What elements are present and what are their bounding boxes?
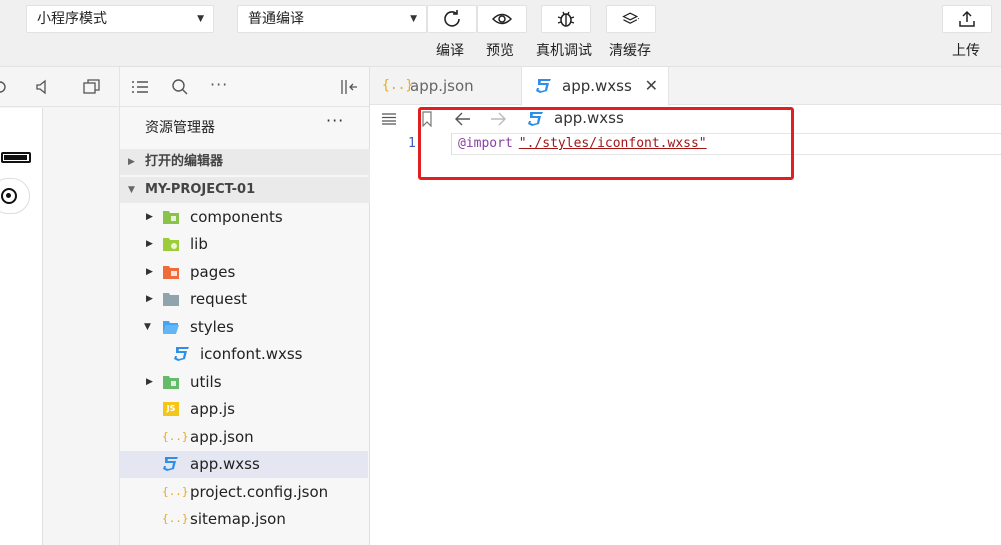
folder-icon bbox=[163, 293, 179, 306]
tree-item-label: iconfont.wxss bbox=[200, 345, 303, 363]
caret-down-icon: ▼ bbox=[410, 14, 417, 24]
json-file-icon: {..} bbox=[162, 430, 189, 443]
eye-icon bbox=[492, 13, 512, 25]
close-icon[interactable]: ✕ bbox=[645, 67, 658, 105]
mode-select[interactable]: 小程序模式 ▼ bbox=[26, 5, 214, 33]
js-file-icon: JS bbox=[163, 402, 179, 416]
refresh-icon bbox=[444, 10, 460, 27]
phone-preview[interactable] bbox=[0, 108, 43, 545]
caret-down-icon: ▼ bbox=[197, 14, 204, 24]
top-toolbar: 小程序模式 ▼ 普通编译 ▼ 编译 预览 真机调试 清缓存 上传 bbox=[0, 0, 1001, 67]
tree-item-lib[interactable]: ▶ lib bbox=[120, 231, 368, 258]
debug-label: 真机调试 bbox=[536, 43, 592, 59]
upload-icon bbox=[959, 10, 975, 27]
chevron-down-icon: ▼ bbox=[144, 322, 151, 332]
tab-app-wxss[interactable]: app.wxss ✕ bbox=[521, 67, 669, 106]
folder-icon bbox=[163, 266, 179, 279]
tab-label: app.json bbox=[410, 77, 474, 95]
wxss-file-icon bbox=[174, 347, 189, 361]
tree-item-label: project.config.json bbox=[190, 483, 329, 501]
debug-button[interactable] bbox=[541, 5, 591, 33]
volume-icon[interactable] bbox=[34, 79, 50, 95]
more-icon[interactable]: ··· bbox=[210, 75, 228, 94]
tree-item-app-json[interactable]: {..} app.json bbox=[120, 424, 368, 451]
folder-icon bbox=[163, 376, 179, 389]
open-editors-section[interactable]: ▶ 打开的编辑器 bbox=[120, 149, 370, 175]
chevron-down-icon: ▼ bbox=[128, 185, 135, 195]
preview-button[interactable] bbox=[477, 5, 527, 33]
explorer-toolbar: ··· bbox=[120, 67, 369, 107]
wxss-file-icon bbox=[163, 457, 178, 471]
tree-item-styles[interactable]: ▼ styles bbox=[120, 314, 368, 341]
tree-item-app-wxss[interactable]: app.wxss bbox=[120, 451, 368, 478]
chevron-right-icon: ▶ bbox=[146, 267, 153, 277]
tree-item-iconfont-wxss[interactable]: iconfont.wxss bbox=[120, 341, 368, 368]
search-icon[interactable] bbox=[171, 78, 189, 96]
explorer-title: 资源管理器 bbox=[145, 120, 215, 136]
tree-item-label: app.js bbox=[190, 400, 235, 418]
partial-icon bbox=[0, 81, 6, 93]
tree-item-label: lib bbox=[190, 235, 208, 253]
tree-item-components[interactable]: ▶ components bbox=[120, 204, 368, 231]
tree-item-label: utils bbox=[190, 373, 222, 391]
clear-cache-label: 清缓存 bbox=[609, 43, 651, 59]
outline-icon[interactable] bbox=[381, 113, 397, 125]
tree-item-label: components bbox=[190, 208, 283, 226]
tree-item-utils[interactable]: ▶ utils bbox=[120, 369, 368, 396]
upload-button[interactable] bbox=[942, 5, 992, 33]
json-file-icon: {..} bbox=[162, 512, 189, 525]
chevron-right-icon: ▶ bbox=[146, 377, 153, 387]
chevron-right-icon: ▶ bbox=[146, 239, 153, 249]
clear-cache-button[interactable] bbox=[606, 5, 656, 33]
explorer-more-button[interactable]: ··· bbox=[326, 111, 344, 130]
tree-item-label: request bbox=[190, 290, 248, 308]
tree-item-label: styles bbox=[190, 318, 234, 336]
tab-app-json[interactable]: {..} app.json bbox=[370, 67, 521, 105]
json-file-icon: {..} bbox=[162, 485, 189, 498]
tree-item-label: sitemap.json bbox=[190, 510, 286, 528]
chevron-right-icon: ▶ bbox=[146, 294, 153, 304]
project-section[interactable]: ▼ MY-PROJECT-01 bbox=[120, 177, 370, 203]
layers-icon bbox=[622, 12, 640, 24]
folder-icon bbox=[163, 238, 179, 251]
preview-label: 预览 bbox=[486, 43, 514, 59]
tree-item-pages[interactable]: ▶ pages bbox=[120, 259, 368, 286]
project-label: MY-PROJECT-01 bbox=[145, 182, 256, 197]
tree-item-label: app.json bbox=[190, 428, 254, 446]
battery-icon bbox=[1, 152, 31, 163]
file-explorer: ··· 资源管理器 ··· ▶ 打开的编辑器 ▼ MY-PROJECT-01 ▶… bbox=[120, 67, 370, 545]
simulator-panel bbox=[0, 67, 120, 545]
tree-item-project-config-json[interactable]: {..} project.config.json bbox=[120, 479, 368, 506]
collapse-panel-icon[interactable] bbox=[340, 79, 360, 95]
mode-select-value: 小程序模式 bbox=[37, 11, 107, 27]
compile-select[interactable]: 普通编译 ▼ bbox=[237, 5, 427, 33]
compile-select-value: 普通编译 bbox=[248, 11, 304, 27]
chevron-right-icon: ▶ bbox=[128, 157, 135, 167]
tree-item-sitemap-json[interactable]: {..} sitemap.json bbox=[120, 506, 368, 533]
json-file-icon: {..} bbox=[382, 78, 414, 93]
compile-label: 编译 bbox=[436, 43, 464, 59]
list-icon[interactable] bbox=[131, 79, 149, 95]
highlight-annotation-box bbox=[418, 107, 794, 180]
compile-button[interactable] bbox=[427, 5, 477, 33]
simulator-toolbar bbox=[0, 67, 119, 107]
tree-item-label: app.wxss bbox=[190, 455, 260, 473]
capsule-button[interactable] bbox=[0, 178, 30, 214]
tree-item-app-js[interactable]: JS app.js bbox=[120, 396, 368, 423]
tab-label: app.wxss bbox=[562, 77, 632, 95]
tree-item-request[interactable]: ▶ request bbox=[120, 286, 368, 313]
wxss-file-icon bbox=[536, 79, 551, 93]
record-icon bbox=[1, 188, 17, 204]
folder-open-icon bbox=[163, 321, 179, 334]
bug-icon bbox=[557, 11, 575, 27]
window-icon[interactable] bbox=[83, 79, 101, 95]
folder-icon bbox=[163, 211, 179, 224]
editor-tabs: {..} app.json app.wxss ✕ bbox=[370, 67, 1001, 106]
line-number: 1 bbox=[408, 136, 416, 151]
chevron-right-icon: ▶ bbox=[146, 212, 153, 222]
upload-label: 上传 bbox=[952, 43, 980, 59]
open-editors-label: 打开的编辑器 bbox=[145, 154, 224, 169]
tree-item-label: pages bbox=[190, 263, 236, 281]
